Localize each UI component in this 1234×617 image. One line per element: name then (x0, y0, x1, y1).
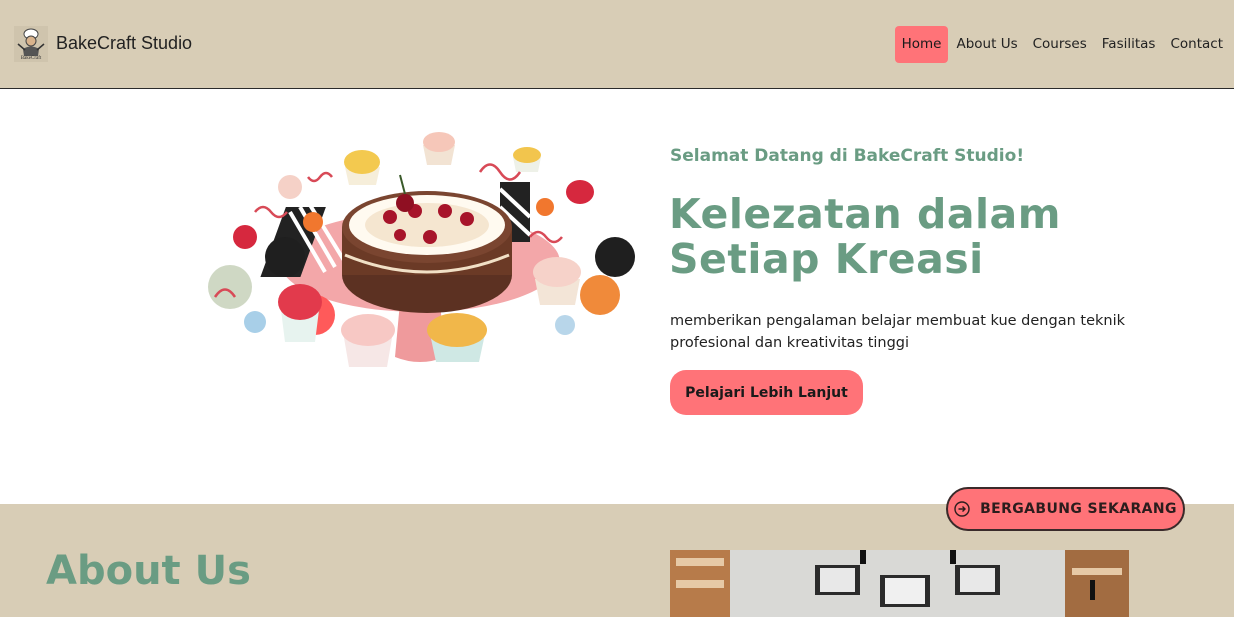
nav-fasilitas[interactable]: Fasilitas (1095, 26, 1163, 63)
site-header: BakeCraft BakeCraft Studio Home About Us… (0, 0, 1234, 89)
learn-more-button[interactable]: Pelajari Lebih Lanjut (670, 370, 863, 415)
about-title: About Us (46, 548, 251, 594)
cake-illustration (208, 132, 635, 367)
nav-home[interactable]: Home (894, 26, 949, 63)
bakery-interior-photo (670, 550, 1129, 617)
hero-subtitle: Selamat Datang di BakeCraft Studio! (670, 146, 1025, 166)
brand-name[interactable]: BakeCraft Studio (56, 33, 192, 54)
arrow-circle-icon (954, 501, 970, 517)
hero-title: Kelezatan dalam Setiap Kreasi (669, 190, 1061, 283)
nav-contact[interactable]: Contact (1163, 26, 1230, 63)
join-now-label: BERGABUNG SEKARANG (980, 501, 1177, 517)
chef-logo-icon[interactable]: BakeCraft (14, 26, 48, 62)
svg-text:BakeCraft: BakeCraft (21, 56, 42, 61)
nav-about-us[interactable]: About Us (949, 26, 1024, 63)
nav-courses[interactable]: Courses (1026, 26, 1094, 63)
main-nav: Home About Us Courses Fasilitas Contact (894, 26, 1230, 63)
join-now-button[interactable]: BERGABUNG SEKARANG (946, 487, 1185, 531)
hero-description: memberikan pengalaman belajar membuat ku… (670, 313, 1126, 351)
